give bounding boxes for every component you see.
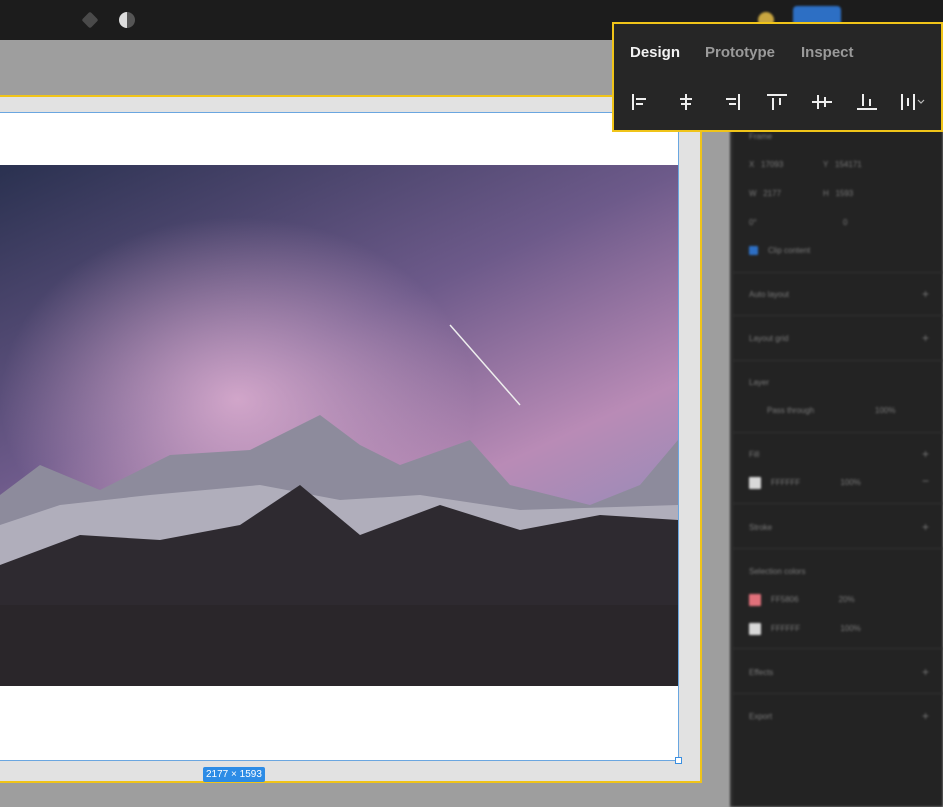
contrast-icon[interactable] [119,12,135,28]
resize-handle[interactable] [675,757,682,764]
selection-color-hex[interactable]: FFFFFF [771,624,800,633]
fill-row[interactable]: FFFFFF 100% [749,477,861,489]
h-value[interactable]: 1593 [835,189,853,198]
x-field[interactable]: X 17093 [749,160,783,169]
w-field[interactable]: W 2177 [749,189,781,198]
tab-prototype[interactable]: Prototype [705,44,775,61]
clip-content-checkbox[interactable]: Clip content [749,246,811,256]
fill-label: Fill [749,450,760,459]
layout-grid-label: Layout grid [749,334,789,343]
add-auto-layout-icon[interactable]: + [922,287,929,301]
export-label: Export [749,712,773,721]
stroke-label: Stroke [749,523,773,532]
selection-colors-label: Selection colors [749,567,806,576]
selection-color-opacity[interactable]: 20% [839,595,855,604]
tab-inspect[interactable]: Inspect [801,44,854,61]
selection-color-hex[interactable]: FF5806 [771,595,799,604]
layer-label: Layer [749,378,770,387]
dimension-badge: 2177 × 1593 [203,767,265,782]
add-fill-icon[interactable]: + [922,447,929,461]
selection-color-row[interactable]: FF5806 20% [749,594,855,606]
y-field[interactable]: Y 154171 [823,160,862,169]
mountain-night-sky-image[interactable] [0,165,678,686]
y-value[interactable]: 154171 [835,160,862,169]
radius-field[interactable]: 0 [843,218,847,227]
distribute-icon[interactable] [899,92,931,112]
x-value[interactable]: 17093 [761,160,783,169]
remove-fill-icon[interactable]: − [922,474,929,488]
add-layout-grid-icon[interactable]: + [922,331,929,345]
design-panel: Frame X 17093 Y 154171 W 2177 H 1593 0° … [730,40,943,807]
rotation-field[interactable]: 0° [749,218,757,227]
selection-color-opacity[interactable]: 100% [840,624,860,633]
align-right-icon[interactable] [720,92,742,112]
align-bottom-icon[interactable] [856,92,878,112]
frame-label[interactable]: Frame [749,132,772,141]
w-value[interactable]: 2177 [763,189,781,198]
effects-label: Effects [749,668,774,677]
align-left-icon[interactable] [630,92,652,112]
design-tabs-popover: Design Prototype Inspect [612,22,943,132]
h-field[interactable]: H 1593 [823,189,853,198]
tab-design[interactable]: Design [630,44,680,61]
auto-layout-label: Auto layout [749,290,790,299]
align-vertical-center-icon[interactable] [811,92,833,112]
align-top-icon[interactable] [766,92,788,112]
add-stroke-icon[interactable]: + [922,520,929,534]
component-icon[interactable] [81,11,99,29]
clip-content-label: Clip content [768,246,811,255]
add-export-icon[interactable]: + [922,709,929,723]
fill-opacity[interactable]: 100% [840,478,860,487]
align-horizontal-center-icon[interactable] [675,92,697,112]
blend-mode-select[interactable]: Pass through [767,406,814,415]
layer-opacity[interactable]: 100% [875,406,895,415]
fill-hex[interactable]: FFFFFF [771,478,800,487]
add-effect-icon[interactable]: + [922,665,929,679]
selection-color-row[interactable]: FFFFFF 100% [749,623,861,635]
